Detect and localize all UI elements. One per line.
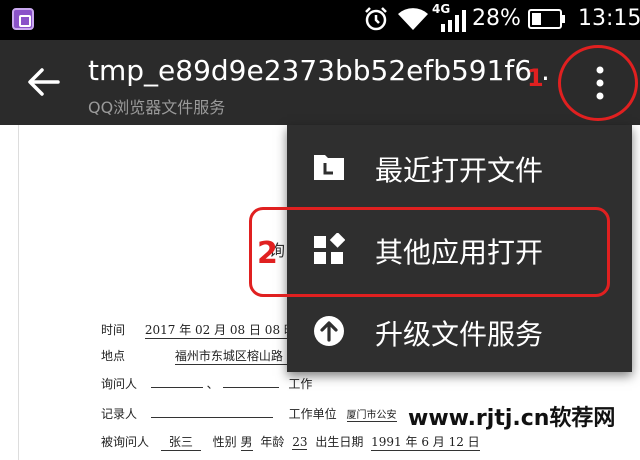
doc-row-age-label: 年龄 — [260, 435, 285, 449]
doc-row: 地点 福州市东城区榕山路 — [101, 347, 305, 365]
doc-row-value: 福州市东城区榕山路 — [174, 347, 305, 365]
doc-row-label: 地点 — [101, 349, 126, 363]
doc-row: 被询问人 张三 性别 男 年龄 23 出生日期 1991 年 6 月 12 日 — [101, 433, 480, 451]
menu-item-label: 升级文件服务 — [375, 318, 544, 351]
doc-row: 询问人 、 工作 — [101, 375, 312, 392]
doc-row-label: 被询问人 — [101, 435, 150, 449]
doc-row-label: 记录人 — [101, 407, 138, 421]
doc-row-value: 张三 — [160, 433, 201, 451]
clock: 13:15 — [578, 6, 640, 31]
doc-row-value: 2017 年 02 月 08 日 08 时 — [144, 323, 296, 339]
doc-row-extra: 性别 — [212, 435, 237, 449]
menu-item-label: 最近打开文件 — [375, 154, 544, 187]
doc-row-extra: 工作 — [288, 377, 313, 391]
doc-row: 记录人 工作单位 厦门市公安 — [101, 405, 397, 422]
upgrade-arrow-icon — [314, 316, 344, 346]
wifi-icon — [398, 8, 428, 31]
doc-row-label: 询问人 — [101, 377, 138, 391]
doc-row-age: 23 — [292, 435, 308, 450]
back-arrow-icon[interactable] — [24, 62, 64, 102]
doc-row-extra-value: 厦门市公安 — [346, 406, 397, 422]
doc-row-value — [150, 417, 273, 418]
battery-icon — [528, 9, 565, 29]
file-subtitle: QQ浏览器文件服务 — [88, 98, 226, 117]
battery-percent: 28% — [472, 6, 521, 31]
menu-item-recent-files[interactable]: 最近打开文件 — [287, 125, 632, 207]
annotation-step-1: 1 — [527, 64, 544, 92]
doc-row-extra-value: 男 — [240, 435, 253, 451]
doc-row-birth-label: 出生日期 — [315, 435, 364, 449]
doc-row: 时间 2017 年 02 月 08 日 08 时 — [101, 321, 296, 339]
annotation-box-open-with — [249, 207, 610, 297]
folder-clock-icon — [314, 155, 344, 180]
alarm-icon — [365, 7, 387, 31]
status-bar: 4G 28% 13:15 — [0, 0, 640, 40]
signal-icon — [441, 10, 466, 32]
menu-item-upgrade-file-service[interactable]: 升级文件服务 — [287, 289, 632, 371]
app-toolbar: tmp_e89d9e2373bb52efb591f6.. QQ浏览器文件服务 — [0, 40, 640, 125]
doc-row-value: 、 — [206, 377, 219, 391]
watermark: www.rjtj.cn软荐网 — [408, 406, 616, 431]
annotation-circle-more-button — [558, 45, 638, 121]
doc-row-birth: 1991 年 6 月 12 日 — [371, 435, 480, 451]
doc-row-label: 时间 — [101, 323, 126, 337]
doc-row-extra: 工作单位 — [288, 407, 337, 421]
file-title: tmp_e89d9e2373bb52efb591f6.. — [88, 54, 550, 87]
app-notification-icon — [12, 8, 34, 30]
